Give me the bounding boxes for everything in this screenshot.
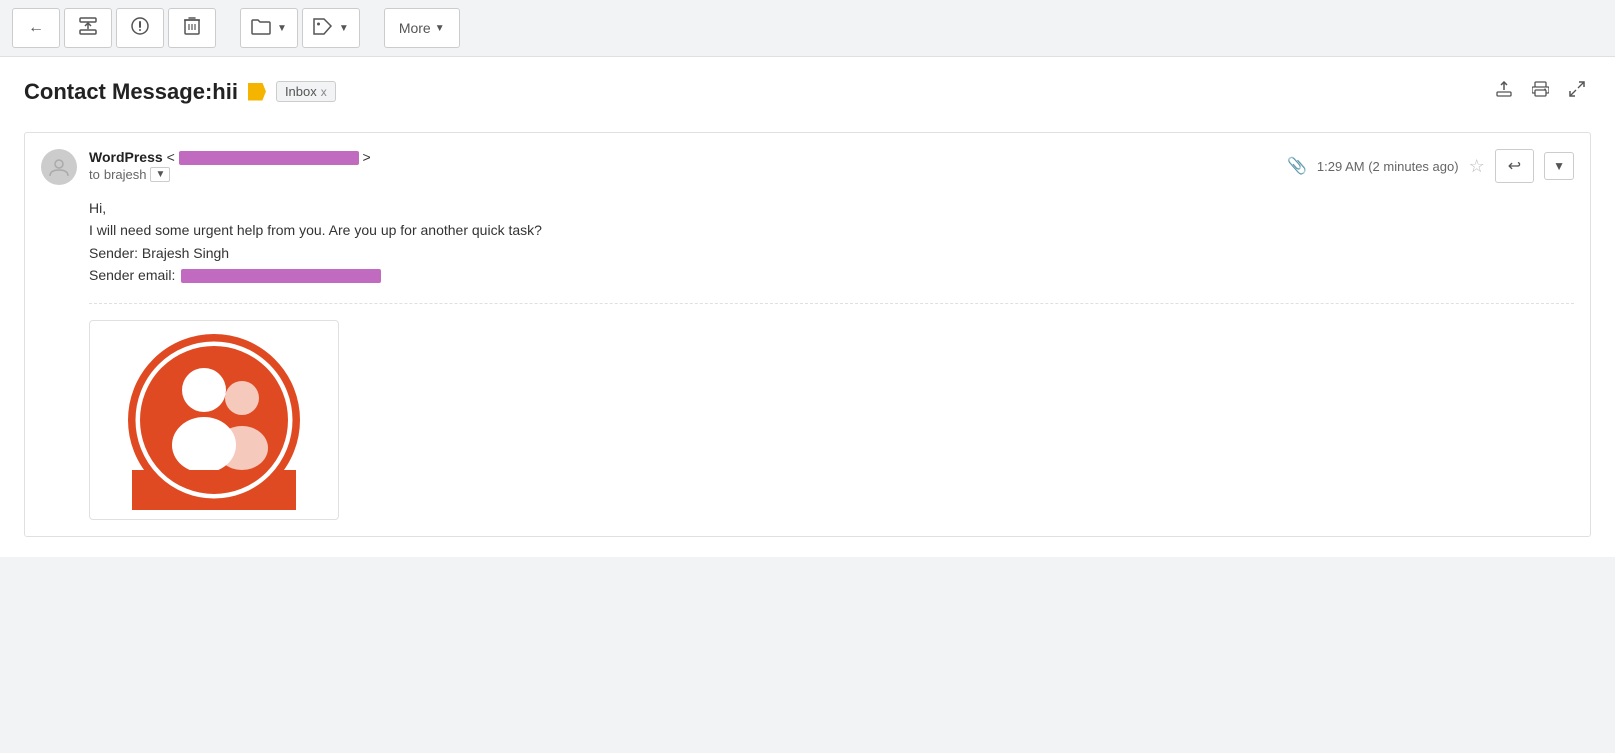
inbox-tag[interactable]: Inbox x xyxy=(276,81,336,102)
archive-button[interactable] xyxy=(64,8,112,48)
to-row: to brajesh ▼ xyxy=(89,167,1287,182)
back-icon: ← xyxy=(28,19,44,37)
body-line2: I will need some urgent help from you. A… xyxy=(89,219,1574,241)
email-body: Hi, I will need some urgent help from yo… xyxy=(41,197,1574,287)
delete-button[interactable] xyxy=(168,8,216,48)
attachment-image[interactable] xyxy=(89,320,339,520)
folder-icon xyxy=(251,19,271,38)
more-label: More xyxy=(399,20,431,36)
inbox-tag-close-button[interactable]: x xyxy=(321,85,327,99)
sender-info: WordPress < > to brajesh ▼ xyxy=(89,149,1287,182)
trash-icon xyxy=(184,17,200,40)
body-line1: Hi, xyxy=(89,197,1574,219)
to-dropdown-button[interactable]: ▼ xyxy=(150,167,170,182)
email-timestamp: 1:29 AM (2 minutes ago) xyxy=(1317,159,1459,174)
more-button[interactable]: More ▼ xyxy=(384,8,460,48)
email-more-button[interactable]: ▼ xyxy=(1544,152,1574,180)
attachment-area xyxy=(41,320,1574,520)
sender-bracket-close: > xyxy=(363,149,371,165)
sender-bracket-open: < xyxy=(167,149,175,165)
back-button[interactable]: ← xyxy=(12,8,60,48)
to-label: to xyxy=(89,167,100,182)
upload-button[interactable] xyxy=(1490,77,1518,106)
archive-icon xyxy=(79,17,97,40)
email-view: Contact Message:hii Inbox x xyxy=(0,57,1615,557)
sender-email-redacted xyxy=(179,149,363,165)
sender-name-row: WordPress < > xyxy=(89,149,1287,165)
sender-email-prefix: Sender email: xyxy=(89,267,175,283)
expand-button[interactable] xyxy=(1563,77,1591,106)
sender-name: WordPress xyxy=(89,149,163,165)
body-line3: Sender: Brajesh Singh xyxy=(89,242,1574,264)
more-dropdown-arrow: ▼ xyxy=(435,23,445,34)
email-card: WordPress < > to brajesh ▼ 📎 1:29 AM (2 … xyxy=(24,132,1591,537)
toolbar: ← xyxy=(0,0,1615,57)
email-header: WordPress < > to brajesh ▼ 📎 1:29 AM (2 … xyxy=(41,149,1574,185)
label-button[interactable]: ▼ xyxy=(302,8,360,48)
sender-email-body-redacted xyxy=(181,269,381,283)
star-button[interactable]: ☆ xyxy=(1469,156,1485,177)
to-name: brajesh xyxy=(104,167,147,182)
subject-actions xyxy=(1490,77,1591,106)
reply-button[interactable]: ↩ xyxy=(1495,149,1534,183)
tag-icon xyxy=(313,18,333,39)
move-to-button[interactable]: ▼ xyxy=(240,8,298,48)
print-button[interactable] xyxy=(1526,77,1555,106)
email-divider xyxy=(89,303,1574,304)
email-subject-title: Contact Message:hii xyxy=(24,79,238,105)
inbox-tag-label: Inbox xyxy=(285,84,317,99)
move-dropdown-arrow: ▼ xyxy=(277,23,287,34)
body-line4: Sender email: xyxy=(89,264,1574,286)
label-dropdown-arrow: ▼ xyxy=(339,23,349,34)
spam-button[interactable] xyxy=(116,8,164,48)
email-meta: 📎 1:29 AM (2 minutes ago) ☆ ↩ ▼ xyxy=(1287,149,1574,183)
paperclip-icon: 📎 xyxy=(1287,156,1307,176)
avatar xyxy=(41,149,77,185)
label-color-icon xyxy=(248,83,266,101)
email-subject-row: Contact Message:hii Inbox x xyxy=(24,77,1591,116)
spam-icon xyxy=(131,17,149,40)
